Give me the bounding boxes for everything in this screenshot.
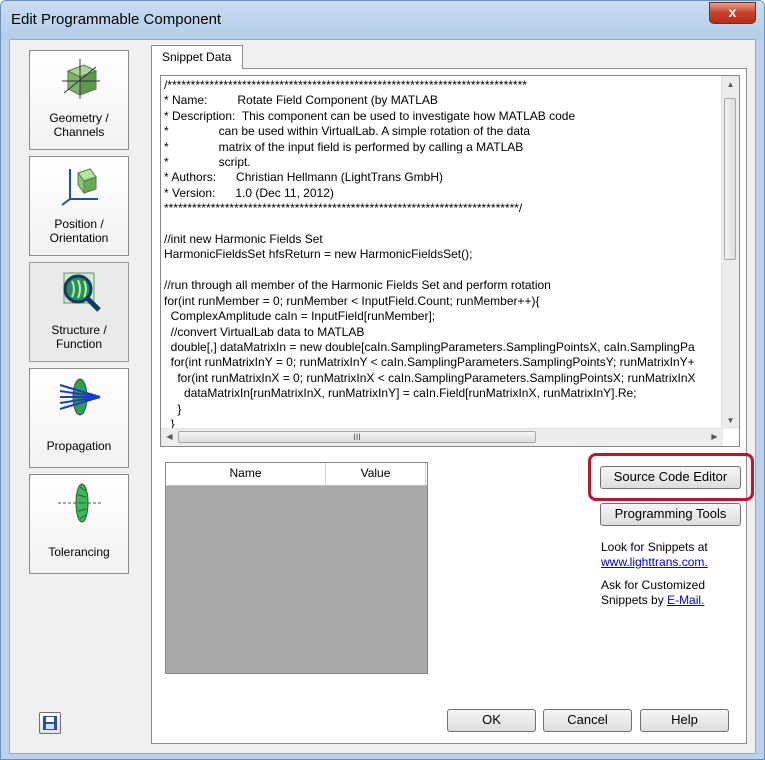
horizontal-scroll-thumb[interactable]: III <box>178 431 536 443</box>
code-line: for(int runMatrixInX = 0; runMatrixInX <… <box>164 370 696 385</box>
lighttrans-link[interactable]: www.lighttrans.com. <box>601 555 708 570</box>
scroll-right-icon[interactable]: ▶ <box>706 432 723 441</box>
code-line: } <box>164 401 182 416</box>
code-line: //convert VirtualLab data to MATLAB <box>164 324 365 339</box>
save-button[interactable] <box>39 712 61 734</box>
scroll-left-icon[interactable]: ◀ <box>161 432 178 441</box>
code-line: //run through all member of the Harmonic… <box>164 278 551 293</box>
dialog-client-area: Geometry / Channels Position / Orientation <box>9 39 756 754</box>
category-nav: Geometry / Channels Position / Orientation <box>27 48 131 580</box>
column-header-value[interactable]: Value <box>326 463 426 485</box>
close-icon: x <box>728 4 737 20</box>
code-line: * matrix of the input field is performed… <box>164 139 524 154</box>
code-line: } <box>164 416 175 428</box>
vertical-scrollbar[interactable]: ▲ ▼ <box>721 76 739 429</box>
nav-label-position: Position / Orientation <box>49 217 109 245</box>
code-line: for(int runMatrixInY = 0; runMatrixInY <… <box>164 355 695 370</box>
code-line: * script. <box>164 155 251 170</box>
code-line: //init new Harmonic Fields Set <box>164 232 323 247</box>
programming-tools-button[interactable]: Programming Tools <box>600 503 741 526</box>
grid-header: Name Value <box>166 463 427 486</box>
nav-item-structure-function[interactable]: Structure / Function <box>29 262 129 362</box>
customized-info: Ask for Customized Snippets by E-Mail. <box>601 578 706 607</box>
nav-label-tolerancing: Tolerancing <box>48 545 110 559</box>
help-button[interactable]: Help <box>640 709 729 732</box>
position-axes-icon <box>61 168 98 206</box>
propagation-lens-icon <box>59 378 101 416</box>
nav-label-structure: Structure / Function <box>51 323 107 351</box>
code-line: * Version: 1.0 (Dec 11, 2012) <box>164 185 334 200</box>
code-line: dataMatrixIn[runMatrixInX, runMatrixInY]… <box>164 386 637 401</box>
nav-item-position-orientation[interactable]: Position / Orientation <box>29 156 129 256</box>
structure-magnifier-icon <box>63 272 101 312</box>
cancel-button[interactable]: Cancel <box>543 709 632 732</box>
code-line: for(int runMember = 0; runMember < Input… <box>164 293 540 308</box>
nav-item-tolerancing[interactable]: Tolerancing <box>29 474 129 574</box>
nav-item-propagation[interactable]: Propagation <box>29 368 129 468</box>
code-text[interactable]: /***************************************… <box>164 78 719 428</box>
code-line: ****************************************… <box>164 201 523 216</box>
vertical-scroll-thumb[interactable] <box>724 98 736 260</box>
snippets-info: Look for Snippets at www.lighttrans.com. <box>601 540 708 570</box>
column-header-name[interactable]: Name <box>166 463 326 485</box>
code-line: * can be used within VirtualLab. A simpl… <box>164 124 530 139</box>
code-line: HarmonicFieldsSet hfsReturn = new Harmon… <box>164 247 473 262</box>
tab-snippet-data[interactable]: Snippet Data <box>151 45 243 69</box>
code-line: * Authors: Christian Hellmann (LightTran… <box>164 170 443 185</box>
code-line: /***************************************… <box>164 78 527 92</box>
code-line: * Name: Rotate Field Component (by MATLA… <box>164 93 438 108</box>
source-code-editor-button[interactable]: Source Code Editor <box>600 466 741 489</box>
email-link[interactable]: E-Mail. <box>667 593 704 607</box>
code-line: double[,] dataMatrixIn = new double[caIn… <box>164 339 695 354</box>
parameter-grid[interactable]: Name Value <box>165 462 428 674</box>
snippet-code-editor[interactable]: /***************************************… <box>160 75 740 447</box>
close-button[interactable]: x <box>709 2 756 24</box>
tolerancing-lens-icon <box>58 483 102 523</box>
dialog-window: Edit Programmable Component x Geometry /… <box>0 0 765 760</box>
code-line: * Description: This component can be use… <box>164 108 576 123</box>
horizontal-scrollbar[interactable]: ◀ III ▶ <box>161 428 723 446</box>
scroll-up-icon[interactable]: ▲ <box>722 80 739 89</box>
title-bar[interactable]: Edit Programmable Component x <box>1 1 764 39</box>
ok-button[interactable]: OK <box>447 709 536 732</box>
nav-item-geometry-channels[interactable]: Geometry / Channels <box>29 50 129 150</box>
geometry-cube-icon <box>62 59 100 99</box>
floppy-disk-icon <box>43 716 57 730</box>
nav-label-propagation: Propagation <box>46 439 112 453</box>
scroll-down-icon[interactable]: ▼ <box>722 416 739 425</box>
code-line: ComplexAmplitude caIn = InputField[runMe… <box>164 309 436 324</box>
nav-label-geometry: Geometry / Channels <box>49 111 109 139</box>
window-title: Edit Programmable Component <box>11 11 222 28</box>
